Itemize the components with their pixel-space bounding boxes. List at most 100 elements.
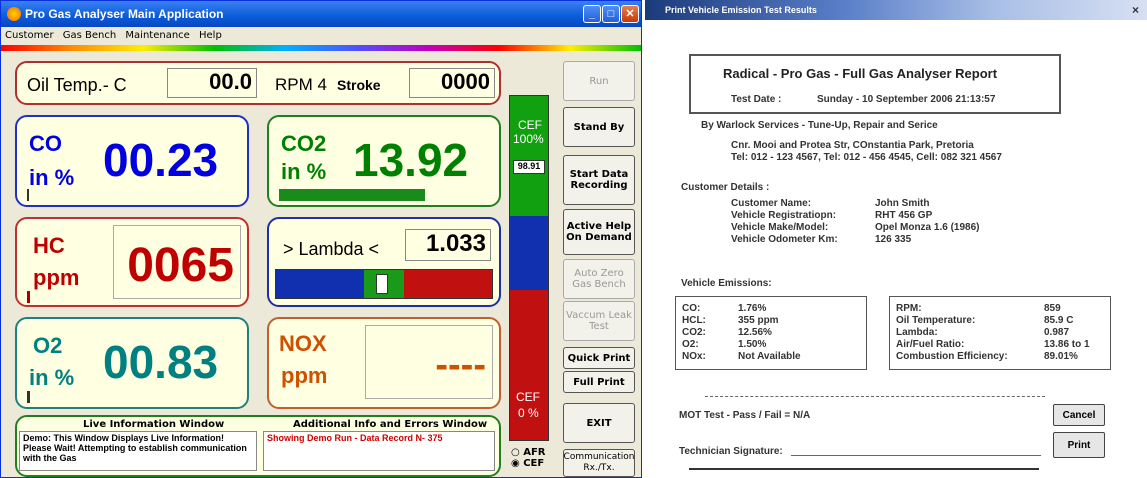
em-value: 12.56% — [738, 327, 772, 338]
emissions-title: Vehicle Emissions: — [681, 278, 772, 289]
nox-unit: ppm — [281, 363, 328, 388]
cef-top-label: CEF — [518, 118, 542, 132]
lambda-indicator — [376, 274, 388, 294]
emissions-left-box: CO: HCL: CO2: O2: NOx: 1.76% 355 ppm 12.… — [675, 296, 867, 370]
stroke-label: Stroke — [337, 77, 381, 93]
cef-radio[interactable]: ◉ CEF — [511, 458, 546, 469]
em-value: 0.987 — [1044, 327, 1070, 338]
bottom-rule — [689, 468, 1039, 470]
standby-button[interactable]: Stand By — [563, 107, 635, 147]
em-label: Air/Fuel Ratio: — [896, 339, 965, 350]
hc-panel: HC ppm 0065 — [15, 217, 249, 307]
oil-temp-value: 00.0 — [167, 68, 257, 98]
menu-help[interactable]: Help — [199, 30, 222, 41]
hc-label: HC — [33, 233, 65, 258]
vaccum-leak-button[interactable]: Vaccum Leak Test — [563, 301, 635, 341]
signature-line — [791, 455, 1041, 456]
customer-value: 126 335 — [875, 234, 912, 245]
o2-value: 00.83 — [103, 336, 219, 388]
em-label: CO: — [682, 303, 701, 314]
em-label: HCL: — [682, 315, 706, 326]
mot-result: MOT Test - Pass / Fail = N/A — [679, 410, 811, 421]
co-bar — [27, 189, 29, 201]
signature-label: Technician Signature: — [679, 446, 783, 457]
customer-label: Vehicle Odometer Km: — [731, 234, 838, 245]
customer-label: Vehicle Make/Model: — [731, 222, 829, 233]
co2-panel: CO2 in % 13.92 — [267, 115, 501, 207]
live-info-text[interactable]: Demo: This Window Displays Live Informat… — [19, 431, 257, 471]
customer-details-title: Customer Details : — [681, 182, 770, 193]
emissions-right-box: RPM: Oil Temperature: Lambda: Air/Fuel R… — [889, 296, 1111, 370]
co2-label: CO2 — [281, 131, 327, 156]
window-title: Pro Gas Analyser Main Application — [25, 7, 224, 21]
menu-maintenance[interactable]: Maintenance — [125, 30, 189, 41]
customer-value: RHT 456 GP — [875, 210, 933, 221]
auto-zero-button[interactable]: Auto Zero Gas Bench — [563, 259, 635, 299]
report-header-box: Radical - Pro Gas - Full Gas Analyser Re… — [689, 54, 1061, 114]
start-data-recording-button[interactable]: Start Data Recording — [563, 155, 635, 205]
em-value: 13.86 to 1 — [1044, 339, 1090, 350]
rpm-label: RPM 4 — [275, 75, 327, 94]
em-label: Combustion Efficiency: — [896, 351, 1008, 362]
full-print-button[interactable]: Full Print — [563, 371, 635, 393]
communication-indicator: Communication Rx./Tx. — [563, 449, 635, 477]
report-heading: Radical - Pro Gas - Full Gas Analyser Re… — [723, 66, 998, 81]
test-date-value: Sunday - 10 September 2006 21:13:57 — [817, 94, 996, 105]
quick-print-button[interactable]: Quick Print — [563, 347, 635, 369]
co2-unit: in % — [281, 159, 327, 184]
active-help-button[interactable]: Active Help On Demand — [563, 209, 635, 255]
em-label: Oil Temperature: — [896, 315, 976, 326]
nox-label: NOX — [279, 331, 327, 356]
cef-reading: 98.91 — [513, 160, 545, 174]
info-panel: Live Information Window Demo: This Windo… — [15, 415, 501, 477]
print-window: Print Vehicle Emission Test Results × Ra… — [645, 0, 1147, 478]
live-info-title: Live Information Window — [83, 419, 225, 430]
run-button[interactable]: Run — [563, 61, 635, 101]
em-label: RPM: — [896, 303, 922, 314]
maximize-icon[interactable]: □ — [602, 5, 620, 23]
afr-cef-radio[interactable]: ○ AFR ◉ CEF — [511, 447, 546, 469]
print-title-bar: Print Vehicle Emission Test Results × — [645, 0, 1147, 20]
title-bar: Pro Gas Analyser Main Application _ □ ✕ — [1, 1, 641, 27]
customer-value: Opel Monza 1.6 (1986) — [875, 222, 980, 233]
cef-bottom-pct: 0 % — [518, 406, 539, 420]
afr-radio[interactable]: ○ AFR — [511, 447, 546, 458]
close-icon[interactable]: × — [1132, 3, 1139, 17]
lambda-value: 1.033 — [405, 229, 491, 261]
co2-bar — [279, 189, 425, 201]
oil-rpm-panel: Oil Temp.- C 00.0 RPM 4 Stroke 0000 — [15, 61, 501, 105]
em-value: 355 ppm — [738, 315, 779, 326]
nox-panel: NOX ppm ---- — [267, 317, 501, 409]
test-date-label: Test Date : — [731, 94, 782, 105]
em-value: 1.76% — [738, 303, 767, 314]
o2-unit: in % — [29, 365, 75, 390]
hc-unit: ppm — [33, 265, 80, 290]
print-button[interactable]: Print — [1053, 432, 1105, 458]
exit-button[interactable]: EXIT — [563, 403, 635, 443]
menu-customer[interactable]: Customer — [5, 30, 54, 41]
menu-bar: Customer Gas Bench Maintenance Help — [1, 27, 641, 45]
em-label: O2: — [682, 339, 699, 350]
main-window: Pro Gas Analyser Main Application _ □ ✕ … — [0, 0, 642, 478]
em-value: 1.50% — [738, 339, 767, 350]
afr-label: AFR — [523, 447, 546, 458]
print-window-title: Print Vehicle Emission Test Results — [665, 5, 817, 15]
cef-label: CEF — [523, 458, 545, 469]
customer-value: John Smith — [875, 198, 930, 209]
rpm-value: 0000 — [409, 68, 495, 98]
cancel-button[interactable]: Cancel — [1053, 404, 1105, 426]
menu-gas-bench[interactable]: Gas Bench — [63, 30, 116, 41]
co-unit: in % — [29, 165, 75, 190]
hc-bar — [27, 291, 30, 303]
em-value: 85.9 C — [1044, 315, 1074, 326]
em-value: 859 — [1044, 303, 1061, 314]
minimize-icon[interactable]: _ — [583, 5, 601, 23]
o2-panel: O2 in % 00.83 — [15, 317, 249, 409]
co-value: 00.23 — [103, 134, 219, 186]
customer-label: Vehicle Registratiopn: — [731, 210, 837, 221]
close-icon[interactable]: ✕ — [621, 5, 639, 23]
co2-value: 13.92 — [353, 134, 469, 186]
address-line-2: Tel: 012 - 123 4567, Tel: 012 - 456 4545… — [731, 152, 1002, 163]
lambda-label: > Lambda < — [283, 239, 380, 259]
errors-text[interactable]: Showing Demo Run - Data Record N- 375 — [263, 431, 495, 471]
